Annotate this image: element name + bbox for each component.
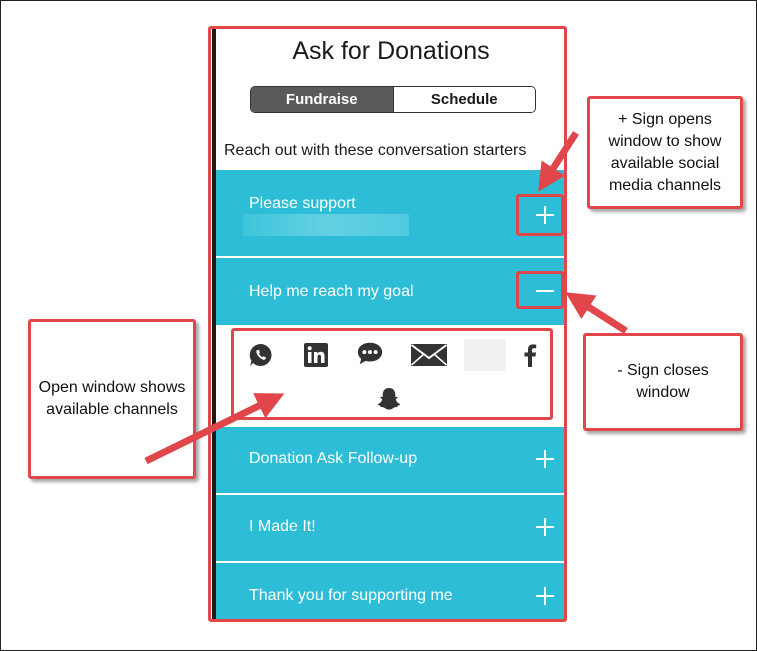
- minus-highlight: [516, 271, 564, 309]
- phone-highlight: [208, 26, 567, 622]
- plus-highlight: [516, 194, 564, 236]
- screenshot-frame: Ask for Donations Fundraise Schedule Rea…: [0, 0, 757, 651]
- arrow-to-minus: [565, 292, 628, 334]
- channels-highlight: [231, 328, 553, 420]
- callout-minus: - Sign closes window: [583, 333, 743, 431]
- callout-window: Open window shows available channels: [28, 319, 196, 479]
- callout-plus: + Sign opens window to show available so…: [587, 96, 743, 209]
